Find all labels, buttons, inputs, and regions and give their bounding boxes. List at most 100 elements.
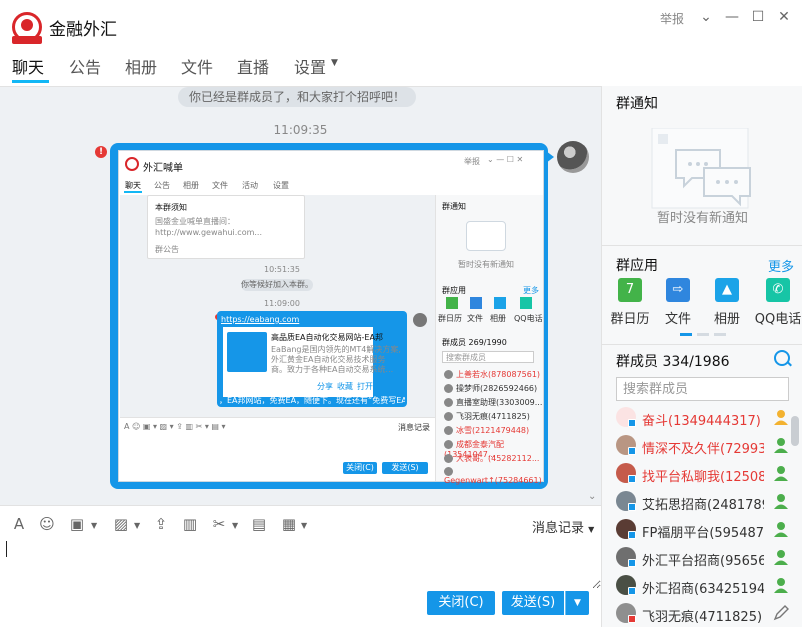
upload-icon[interactable]: ⇪ bbox=[152, 515, 170, 533]
chevron-down-icon[interactable]: ▼ bbox=[91, 521, 97, 530]
member-badge-icon bbox=[628, 447, 636, 455]
sender-avatar[interactable] bbox=[557, 141, 589, 173]
member-row[interactable]: 艾拓思招商(24817895522 bbox=[602, 488, 802, 516]
member-list-scrollbar[interactable] bbox=[791, 416, 799, 446]
screen-share-icon[interactable]: ▦ bbox=[280, 515, 298, 533]
admin-icon bbox=[774, 550, 788, 565]
app-qq-call[interactable]: ✆ QQ电话 bbox=[750, 278, 802, 327]
image-link-action: 收藏 bbox=[337, 382, 353, 391]
image-link-url: https://eabang.com bbox=[221, 315, 300, 324]
image-tab: 聊天 bbox=[125, 181, 141, 190]
scroll-down-icon[interactable]: ⌄ bbox=[588, 491, 596, 502]
close-icon[interactable]: ✕ bbox=[774, 8, 794, 26]
image-app-icon bbox=[470, 297, 482, 309]
member-row[interactable]: FP福朋平台(595487914) bbox=[602, 516, 802, 544]
app-files[interactable]: ⇨ 文件 bbox=[650, 278, 706, 327]
chevron-down-icon[interactable]: ▼ bbox=[232, 521, 238, 530]
member-badge-icon bbox=[628, 615, 636, 623]
red-packet-icon[interactable]: ▤ bbox=[250, 515, 268, 533]
member-avatar bbox=[616, 519, 636, 539]
gift-icon[interactable]: ▥ bbox=[181, 515, 199, 533]
notice-empty-text: 暂时没有新通知 bbox=[656, 211, 748, 226]
image-apps-more: 更多 bbox=[523, 286, 539, 295]
send-options-chevron-icon[interactable]: ▼ bbox=[565, 591, 589, 615]
message-history-button[interactable]: 消息记录 ▼ bbox=[532, 517, 594, 536]
member-avatar bbox=[616, 407, 636, 427]
tab-announcement[interactable]: 公告 bbox=[69, 54, 101, 78]
tab-chat[interactable]: 聊天 bbox=[12, 54, 44, 78]
image-app-label: 群日历 bbox=[438, 314, 462, 323]
member-name: FP福朋平台(595487914) bbox=[642, 526, 764, 541]
phone-icon: ✆ bbox=[766, 278, 790, 302]
warning-icon[interactable]: ! bbox=[95, 146, 107, 158]
app-album[interactable]: ▲ 相册 bbox=[699, 278, 755, 327]
image-side-title: 群通知 bbox=[442, 202, 466, 211]
chevron-down-icon[interactable]: ▼ bbox=[301, 521, 307, 530]
tab-files[interactable]: 文件 bbox=[181, 54, 213, 78]
admin-icon bbox=[774, 494, 788, 509]
minimize-icon[interactable]: — bbox=[722, 8, 742, 26]
member-row[interactable]: 外汇平台招商(95656574 bbox=[602, 544, 802, 572]
report-link[interactable]: 举报 bbox=[660, 10, 684, 27]
member-badge-icon bbox=[628, 419, 636, 427]
settings-caret-icon[interactable]: ▼ bbox=[331, 58, 338, 68]
tab-live[interactable]: 直播 bbox=[237, 54, 269, 78]
divider bbox=[602, 245, 802, 246]
admin-icon bbox=[774, 438, 788, 453]
member-avatar bbox=[616, 603, 636, 623]
emoji-icon[interactable]: ☺ bbox=[38, 515, 56, 533]
image-app-label: 相册 bbox=[490, 314, 506, 323]
member-badge-icon bbox=[628, 503, 636, 511]
member-row[interactable]: 情深不及久伴(72993652 bbox=[602, 432, 802, 460]
close-button[interactable]: 关闭(C) bbox=[427, 591, 495, 615]
maximize-icon[interactable]: ☐ bbox=[748, 8, 768, 26]
image-join-notice: 你等候好加入本群。 bbox=[241, 279, 313, 291]
edit-icon[interactable] bbox=[772, 604, 790, 622]
chevron-down-icon[interactable]: ▼ bbox=[134, 521, 140, 530]
image-app-icon bbox=[446, 297, 458, 309]
image-notice-footer: 群公告 bbox=[155, 245, 179, 254]
member-row[interactable]: 找平台私聊我(12508990 bbox=[602, 460, 802, 488]
apps-page-indicator[interactable] bbox=[680, 333, 726, 336]
scissors-icon[interactable]: ✂ bbox=[210, 515, 228, 533]
tab-bar: 聊天 公告 相册 文件 直播 设置 ▼ bbox=[0, 50, 600, 86]
image-time: 10:51:35 bbox=[264, 265, 300, 274]
member-row[interactable]: 飞羽无痕(4711825) bbox=[602, 600, 802, 627]
apps-more-link[interactable]: 更多 bbox=[768, 256, 794, 275]
gif-icon[interactable]: ▣ bbox=[68, 515, 86, 533]
active-tab-indicator bbox=[12, 80, 49, 83]
member-search-input[interactable] bbox=[616, 377, 789, 401]
divider bbox=[602, 344, 802, 345]
member-row[interactable]: 外汇招商(634251940) bbox=[602, 572, 802, 600]
member-badge-icon bbox=[628, 587, 636, 595]
send-button[interactable]: 发送(S) bbox=[502, 591, 564, 615]
group-title[interactable]: 金融外汇 bbox=[49, 15, 117, 40]
group-sidebar: 群通知 暂时没有新通知 群应用 更多 7 群日历 ⇨ 文件 ▲ 相册 ✆ QQ电… bbox=[601, 86, 802, 627]
message-image[interactable]: 外汇喊单 举报 ⌄ — ☐ ✕ 聊天 公告 相册 文件 活动 设置 本群须知 国… bbox=[118, 150, 544, 485]
image-tab: 公告 bbox=[154, 181, 170, 190]
image-member-row: 飞羽无痕(4711825) bbox=[444, 411, 530, 423]
system-notice: 你已经是群成员了，和大家打个招呼吧！ bbox=[178, 87, 416, 107]
image-close-button: 关闭(C) bbox=[343, 462, 377, 474]
tab-settings[interactable]: 设置 bbox=[294, 54, 326, 78]
member-name: 情深不及久伴(72993652 bbox=[642, 442, 764, 457]
image-member-name: 冰雪(2121479448) bbox=[456, 426, 530, 435]
app-label: 相册 bbox=[713, 312, 740, 327]
tab-album[interactable]: 相册 bbox=[125, 54, 157, 78]
image-icon[interactable]: ▨ bbox=[112, 515, 130, 533]
album-icon: ▲ bbox=[715, 278, 739, 302]
image-member-row: 成都金泰汽配(13541047... bbox=[444, 439, 543, 459]
chevron-down-icon[interactable]: ⌄ bbox=[696, 8, 716, 26]
member-avatar bbox=[616, 491, 636, 511]
image-link-desc: 商。致力于各种EA自动交易系统... bbox=[271, 365, 394, 374]
member-row[interactable]: 奋斗(1349444317) bbox=[602, 404, 802, 432]
members-section-title: 群成员 334/1986 bbox=[616, 354, 730, 370]
image-app-label: 文件 bbox=[467, 314, 483, 323]
image-link-thumbnail-icon bbox=[227, 332, 267, 372]
message-input[interactable] bbox=[0, 541, 601, 589]
member-name: 奋斗(1349444317) bbox=[642, 414, 761, 429]
image-member-row: 直播室助理(3303009... bbox=[444, 397, 542, 409]
font-icon[interactable]: A bbox=[10, 515, 28, 533]
search-icon[interactable] bbox=[774, 350, 790, 366]
app-label: QQ电话 bbox=[754, 312, 802, 327]
